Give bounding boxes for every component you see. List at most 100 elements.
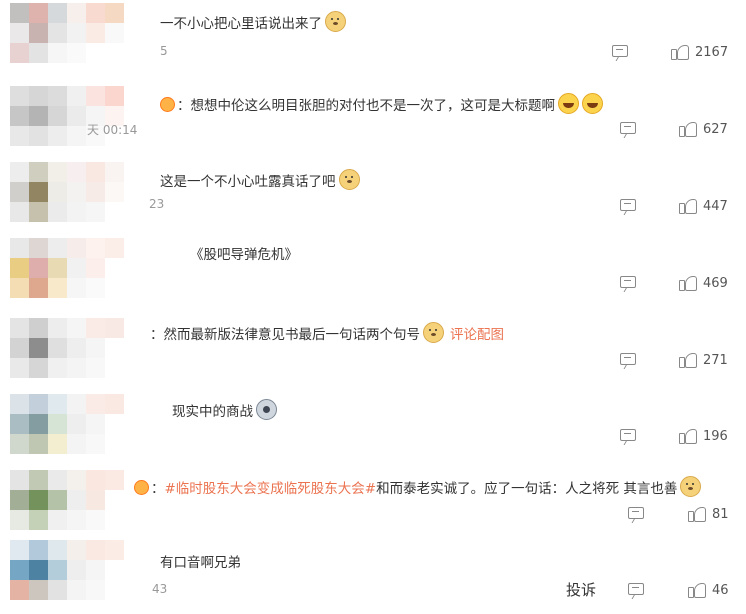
comment-icon <box>628 507 644 519</box>
mosaic-cell <box>10 106 29 126</box>
mosaic-cell <box>29 414 48 434</box>
mosaic-cell <box>29 238 48 258</box>
reply-button[interactable] <box>628 507 644 519</box>
mosaic-cell <box>48 358 67 378</box>
mosaic-cell <box>48 580 67 600</box>
doge-emoji-icon <box>325 11 346 32</box>
mosaic-cell <box>67 358 86 378</box>
thumbs-up-icon <box>688 581 706 599</box>
mosaic-cell <box>10 470 29 490</box>
mosaic-cell <box>105 394 124 414</box>
mosaic-cell <box>48 490 67 510</box>
like-count: 196 <box>703 428 728 444</box>
blurred-avatar[interactable] <box>10 470 124 530</box>
comment-hashtag[interactable]: #临时股东大会变成临死股东大会# <box>165 481 377 497</box>
mosaic-cell <box>86 470 105 490</box>
like-count: 271 <box>703 352 728 368</box>
mosaic-cell <box>48 470 67 490</box>
reply-button[interactable] <box>620 276 636 288</box>
like-button[interactable]: 271 <box>679 351 728 369</box>
comment-text: 现实中的商战 <box>172 399 277 422</box>
mosaic-cell <box>67 510 86 530</box>
like-button[interactable]: 196 <box>679 427 728 445</box>
like-button[interactable]: 81 <box>688 505 729 523</box>
reply-button[interactable] <box>612 45 628 57</box>
mosaic-cell <box>105 238 124 258</box>
mosaic-cell <box>29 86 48 106</box>
mosaic-cell <box>86 510 105 530</box>
comment-time: 23 <box>149 197 165 211</box>
mosaic-cell <box>86 560 105 580</box>
mosaic-cell <box>67 258 86 278</box>
doge-emoji-icon <box>680 476 702 497</box>
mosaic-cell <box>105 278 124 298</box>
mosaic-cell <box>86 318 105 338</box>
mosaic-cell <box>67 434 86 454</box>
comment-text: 这是一个不小心吐露真话了吧 <box>160 169 360 192</box>
mosaic-cell <box>67 3 86 23</box>
mosaic-cell <box>29 358 48 378</box>
mosaic-cell <box>10 126 29 146</box>
mosaic-cell <box>29 106 48 126</box>
mosaic-cell <box>86 394 105 414</box>
mosaic-cell <box>29 182 48 202</box>
mosaic-cell <box>48 258 67 278</box>
mosaic-cell <box>29 202 48 222</box>
mosaic-cell <box>67 106 86 126</box>
mosaic-cell <box>48 43 67 63</box>
blurred-avatar[interactable] <box>10 238 124 298</box>
like-button[interactable]: 627 <box>679 120 728 138</box>
reply-button[interactable] <box>620 199 636 211</box>
mosaic-cell <box>105 162 124 182</box>
like-count: 627 <box>703 121 728 137</box>
mosaic-cell <box>105 258 124 278</box>
mosaic-cell <box>29 318 48 338</box>
mosaic-cell <box>10 318 29 338</box>
blurred-avatar[interactable] <box>10 162 124 222</box>
mosaic-cell <box>105 358 124 378</box>
like-button[interactable]: 469 <box>679 274 728 292</box>
reply-button[interactable] <box>628 583 644 595</box>
like-count: 447 <box>703 198 728 214</box>
mosaic-cell <box>67 414 86 434</box>
mosaic-cell <box>86 202 105 222</box>
fire-emoji-icon <box>160 97 175 112</box>
mosaic-cell <box>86 258 105 278</box>
thumbs-up-icon <box>679 274 697 292</box>
mosaic-cell <box>67 23 86 43</box>
reply-button[interactable] <box>620 353 636 365</box>
mosaic-cell <box>86 434 105 454</box>
like-button[interactable]: 46 <box>688 581 729 599</box>
like-button[interactable]: 2167 <box>671 43 728 61</box>
mosaic-cell <box>105 338 124 358</box>
mosaic-cell <box>105 318 124 338</box>
comment-body: 这是一个不小心吐露真话了吧 <box>160 174 336 190</box>
like-button[interactable]: 447 <box>679 197 728 215</box>
mosaic-cell <box>29 434 48 454</box>
mosaic-cell <box>29 162 48 182</box>
mosaic-cell <box>29 560 48 580</box>
mosaic-cell <box>86 238 105 258</box>
reply-button[interactable] <box>620 429 636 441</box>
thumbs-up-icon <box>679 351 697 369</box>
comment-text: ：想想中伦这么明目张胆的对付也不是一次了，这可是大标题啊 <box>160 93 603 116</box>
blurred-avatar[interactable] <box>10 3 124 63</box>
blurred-avatar[interactable] <box>10 318 124 378</box>
mosaic-cell <box>10 510 29 530</box>
mosaic-cell <box>86 3 105 23</box>
mosaic-cell <box>67 470 86 490</box>
report-button[interactable]: 投诉 <box>566 579 596 600</box>
mosaic-cell <box>105 182 124 202</box>
comment-text: 有口音啊兄弟 <box>160 553 241 573</box>
mosaic-cell <box>48 3 67 23</box>
mosaic-cell <box>67 238 86 258</box>
blurred-avatar[interactable] <box>10 540 124 600</box>
comment-image-link[interactable]: 评论配图 <box>450 327 504 343</box>
mosaic-cell <box>10 414 29 434</box>
mosaic-cell <box>86 162 105 182</box>
mosaic-cell <box>105 86 124 106</box>
blurred-avatar[interactable] <box>10 394 124 454</box>
thumbs-up-icon <box>679 197 697 215</box>
reply-button[interactable] <box>620 122 636 134</box>
mosaic-cell <box>105 490 124 510</box>
